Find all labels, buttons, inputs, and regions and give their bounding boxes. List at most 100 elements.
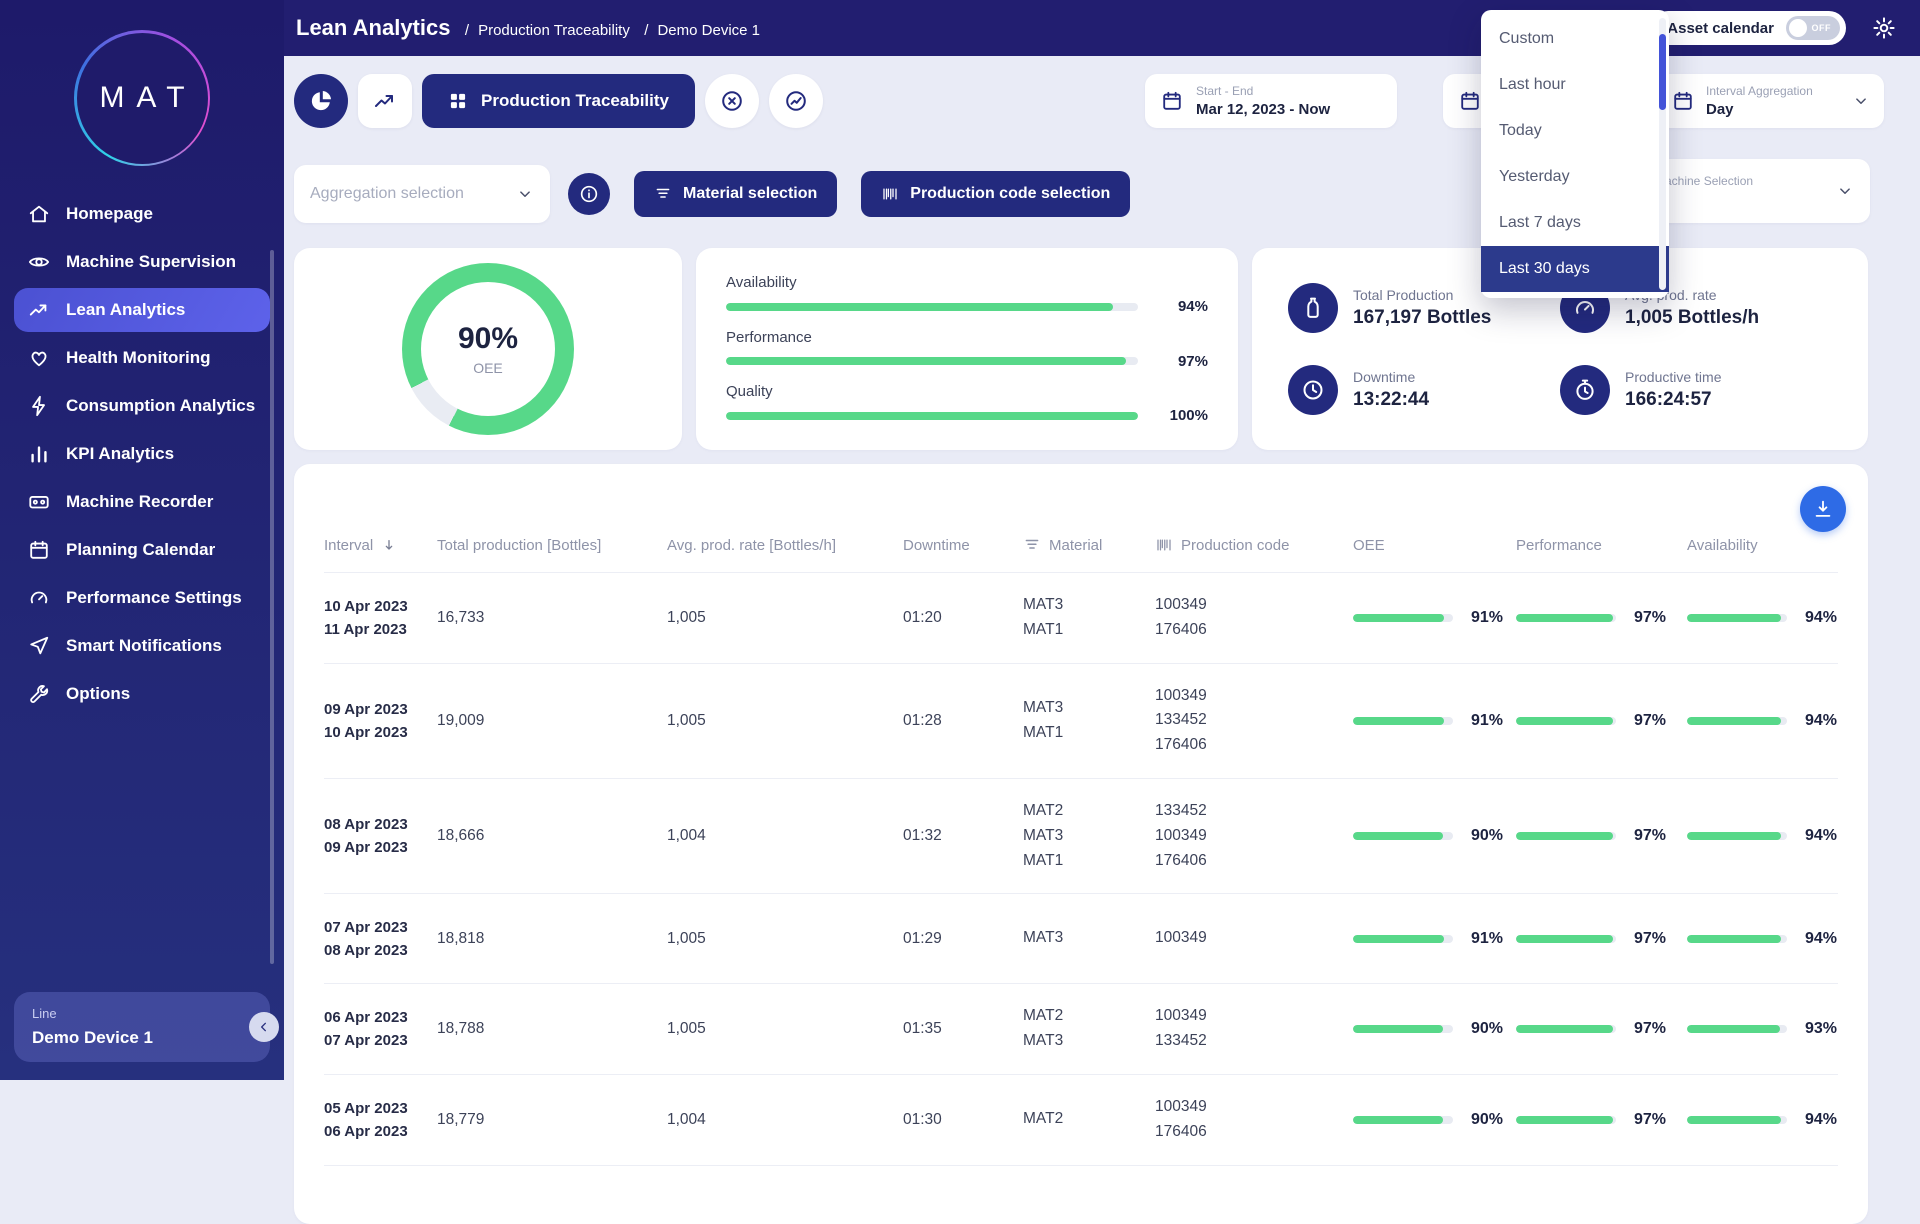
cell-material: MAT2 [1023, 1107, 1155, 1132]
kpi-bars-card: Availability94%Performance97%Quality100% [696, 248, 1238, 450]
production-traceability-button[interactable]: Production Traceability [422, 74, 695, 128]
logo: MAT [0, 30, 284, 166]
downtime-icon [1288, 365, 1338, 415]
cell-avg-prod-rate: 1,005 [667, 1020, 903, 1038]
column-header-production-code[interactable]: Production code [1155, 536, 1353, 554]
sidebar-item-machine-recorder[interactable]: Machine Recorder [14, 480, 270, 524]
device-card-label: Line [32, 1006, 252, 1021]
sidebar-scrollbar[interactable] [270, 250, 274, 964]
sidebar-menu: HomepageMachine SupervisionLean Analytic… [0, 192, 284, 982]
cell-total-production: 16,733 [437, 609, 667, 627]
cell-total-production: 18,788 [437, 1020, 667, 1038]
stopwatch-icon [1560, 365, 1610, 415]
cell-availability: 94% [1687, 827, 1838, 845]
column-header-downtime[interactable]: Downtime [903, 537, 1023, 554]
aggregation-select[interactable]: Aggregation selection [294, 165, 550, 223]
sidebar-item-kpi-analytics[interactable]: KPI Analytics [14, 432, 270, 476]
clear-selection-button[interactable] [705, 74, 759, 128]
sidebar-collapse-button[interactable] [249, 1012, 279, 1042]
gauge-icon [28, 587, 50, 609]
dropdown-item-today[interactable]: Today [1481, 108, 1669, 154]
cell-interval: 09 Apr 202310 Apr 2023 [324, 698, 437, 745]
sidebar-item-smart-notifications[interactable]: Smart Notifications [14, 624, 270, 668]
calendar-icon [1161, 90, 1183, 112]
sidebar-item-health-monitoring[interactable]: Health Monitoring [14, 336, 270, 380]
dropdown-item-last-30-days[interactable]: Last 30 days [1481, 246, 1669, 292]
sidebar-item-options[interactable]: Options [14, 672, 270, 716]
column-header-performance[interactable]: Performance [1516, 537, 1687, 554]
wrench-icon [28, 683, 50, 705]
chart-edit-icon [784, 89, 808, 113]
cell-downtime: 01:30 [903, 1111, 1023, 1129]
dropdown-scrollbar-thumb[interactable] [1659, 34, 1666, 110]
chart-edit-button[interactable] [769, 74, 823, 128]
breadcrumb-root[interactable]: Lean Analytics [296, 15, 450, 40]
line-chart-view-button[interactable] [358, 74, 412, 128]
interval-aggregation-select[interactable]: Interval Aggregation Day [1658, 74, 1884, 128]
cell-production-code: 100349 [1155, 926, 1353, 951]
info-button[interactable] [568, 173, 610, 215]
material-selection-button[interactable]: Material selection [634, 171, 837, 217]
date-range-value: Mar 12, 2023 - Now [1196, 101, 1330, 118]
sidebar-item-performance-settings[interactable]: Performance Settings [14, 576, 270, 620]
dropdown-scrollbar-track[interactable] [1659, 18, 1666, 290]
calendar-icon [1459, 90, 1481, 112]
rate-icon [1573, 296, 1597, 320]
column-header-oee[interactable]: OEE [1353, 537, 1516, 554]
sort-down-icon[interactable] [381, 537, 397, 553]
cell-performance: 97% [1516, 827, 1687, 845]
sidebar-item-machine-supervision[interactable]: Machine Supervision [14, 240, 270, 284]
device-card[interactable]: Line Demo Device 1 [14, 992, 270, 1062]
column-header-availability[interactable]: Availability [1687, 537, 1838, 554]
table-row[interactable]: 07 Apr 202308 Apr 202318,8181,00501:29MA… [324, 893, 1838, 983]
cell-downtime: 01:20 [903, 609, 1023, 627]
column-header-avg-prod-rate-bottles-h[interactable]: Avg. prod. rate [Bottles/h] [667, 537, 903, 554]
cell-material: MAT3MAT1 [1023, 593, 1155, 643]
traceability-table-card: IntervalTotal production [Bottles]Avg. p… [294, 464, 1868, 1224]
dropdown-item-custom[interactable]: Custom [1481, 16, 1669, 62]
table-rows: 10 Apr 202311 Apr 202316,7331,00501:20MA… [324, 572, 1838, 1166]
cell-total-production: 18,779 [437, 1111, 667, 1129]
dropdown-item-yesterday[interactable]: Yesterday [1481, 154, 1669, 200]
cell-availability: 94% [1687, 1111, 1838, 1129]
download-button[interactable] [1800, 486, 1846, 532]
sidebar-item-consumption-analytics[interactable]: Consumption Analytics [14, 384, 270, 428]
sidebar-item-homepage[interactable]: Homepage [14, 192, 270, 236]
interval-aggregation-label: Interval Aggregation [1706, 84, 1813, 98]
dropdown-item-last-hour[interactable]: Last hour [1481, 62, 1669, 108]
date-range-picker[interactable]: Start - End Mar 12, 2023 - Now [1145, 74, 1397, 128]
breadcrumb-item[interactable]: /Production Traceability [465, 22, 630, 39]
barcode-icon [1155, 536, 1173, 554]
asset-calendar-label: Asset calendar [1667, 20, 1774, 37]
cell-production-code: 100349133452176406 [1155, 684, 1353, 758]
asset-calendar-toggle[interactable]: OFF [1786, 16, 1840, 40]
breadcrumb-item[interactable]: /Demo Device 1 [644, 22, 760, 39]
stat-productive-time: Productive time166:24:57 [1560, 365, 1832, 415]
material-icon [654, 185, 672, 203]
sidebar-item-lean-analytics[interactable]: Lean Analytics [14, 288, 270, 332]
table-row[interactable]: 08 Apr 202309 Apr 202318,6661,00401:32MA… [324, 778, 1838, 893]
cell-performance: 97% [1516, 609, 1687, 627]
topbar: Lean Analytics /Production Traceability … [284, 0, 1920, 56]
settings-gear-icon[interactable] [1872, 16, 1896, 40]
line-chart-icon [28, 299, 50, 321]
table-row[interactable]: 09 Apr 202310 Apr 202319,0091,00501:28MA… [324, 663, 1838, 778]
column-header-interval[interactable]: Interval [324, 537, 437, 554]
cell-availability: 94% [1687, 930, 1838, 948]
stopwatch-icon [1573, 378, 1597, 402]
table-row[interactable]: 05 Apr 202306 Apr 202318,7791,00401:30MA… [324, 1074, 1838, 1165]
table-row[interactable]: 06 Apr 202307 Apr 202318,7881,00501:35MA… [324, 983, 1838, 1074]
oee-label: OEE [473, 360, 503, 376]
table-row[interactable]: 10 Apr 202311 Apr 202316,7331,00501:20MA… [324, 572, 1838, 663]
cell-production-code: 100349176406 [1155, 1095, 1353, 1145]
pie-chart-view-button[interactable] [294, 74, 348, 128]
sidebar-item-planning-calendar[interactable]: Planning Calendar [14, 528, 270, 572]
dropdown-item-last-7-days[interactable]: Last 7 days [1481, 200, 1669, 246]
column-header-material[interactable]: Material [1023, 536, 1155, 554]
breadcrumb: Lean Analytics /Production Traceability … [296, 15, 760, 41]
download-icon [1812, 498, 1834, 520]
production-code-selection-button[interactable]: Production code selection [861, 171, 1130, 217]
kpi-bar-availability: Availability94% [726, 274, 1208, 315]
column-header-total-production-bottles[interactable]: Total production [Bottles] [437, 537, 667, 554]
cell-total-production: 18,818 [437, 930, 667, 948]
